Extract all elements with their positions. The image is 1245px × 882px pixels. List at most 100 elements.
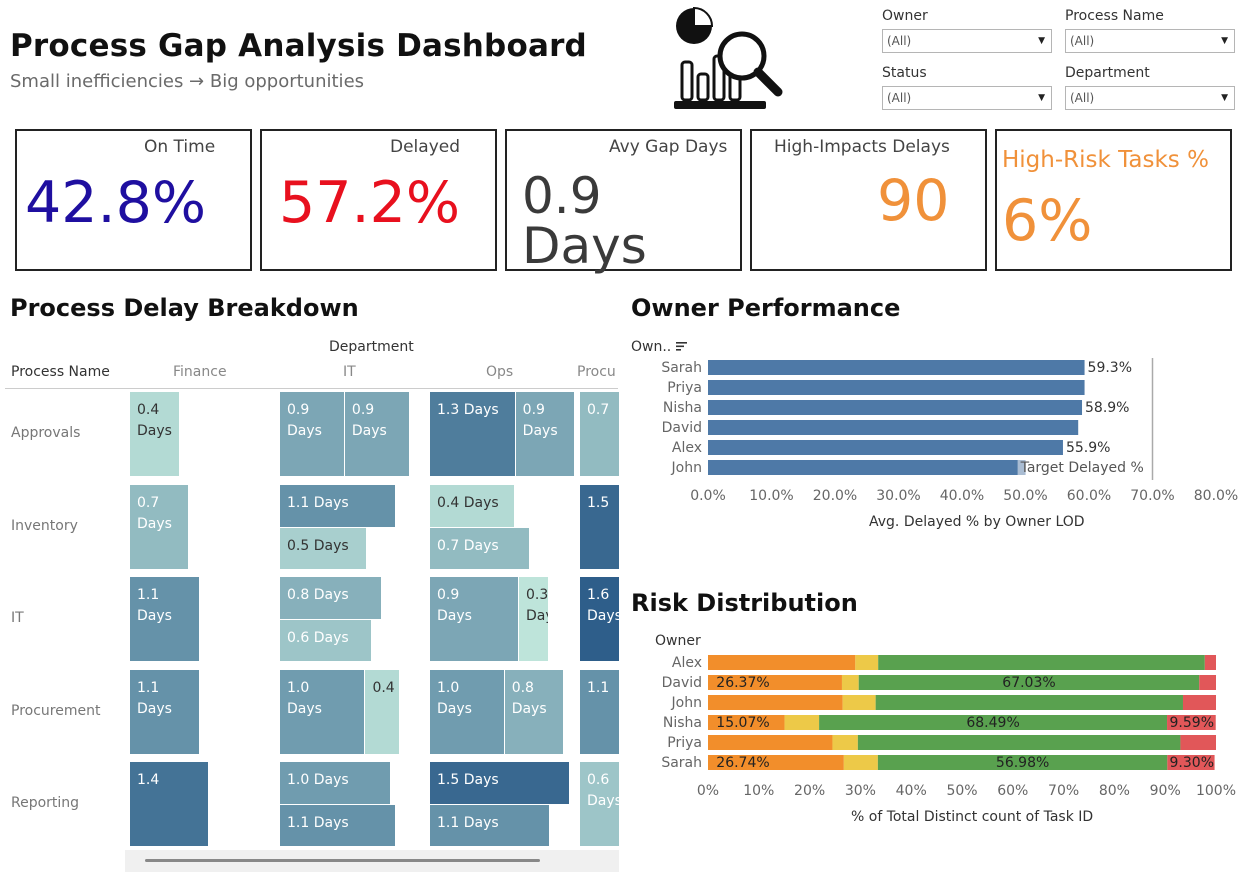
- heatmap-cell[interactable]: 0.5 Days: [280, 527, 367, 569]
- owner-bar[interactable]: [708, 380, 1085, 395]
- risk-data-label: 9.59%: [1170, 715, 1214, 731]
- heatmap-cell[interactable]: 1.1 Days: [130, 577, 200, 661]
- bar-data-label: 58.9%: [1085, 400, 1129, 416]
- risk-data-label: 9.30%: [1170, 755, 1214, 771]
- heatmap-cell[interactable]: 0.7: [580, 392, 619, 476]
- x-tick-label: 30%: [845, 783, 876, 799]
- risk-segment[interactable]: [855, 655, 879, 670]
- heatmap-cell[interactable]: 1.4: [130, 762, 209, 846]
- filter-label-department: Department: [1065, 65, 1150, 81]
- risk-segment[interactable]: [1199, 675, 1216, 690]
- heatmap-cell[interactable]: 0.8 Days: [280, 577, 381, 619]
- department-dropdown-value: (All): [1070, 91, 1095, 105]
- x-tick-label: 90%: [1150, 783, 1181, 799]
- risk-data-label: 26.37%: [716, 675, 769, 691]
- heatmap-cell[interactable]: 0.9 Days: [344, 392, 409, 476]
- kpi-label: Avy Gap Days: [609, 137, 728, 157]
- risk-segment[interactable]: [832, 735, 858, 750]
- risk-segment[interactable]: [875, 695, 1183, 710]
- owner-axis-title: Avg. Delayed % by Owner LOD: [869, 514, 1085, 530]
- heatmap-cell[interactable]: 1.6 Days: [580, 577, 619, 661]
- heatmap-cell[interactable]: 1.1 Days: [280, 804, 395, 846]
- horizontal-scrollbar[interactable]: [125, 850, 619, 872]
- kpi-value: 6%: [1002, 188, 1093, 254]
- filter-label-owner: Owner: [882, 8, 928, 24]
- department-dropdown[interactable]: (All) ▼: [1065, 86, 1235, 110]
- reference-line-label: Target Delayed %: [1020, 460, 1144, 476]
- process-name-dropdown[interactable]: (All) ▼: [1065, 29, 1235, 53]
- risk-segment[interactable]: [784, 715, 820, 730]
- heatmap-cell[interactable]: 0.9 Days: [280, 392, 344, 476]
- risk-segment[interactable]: [857, 735, 1181, 750]
- risk-segment[interactable]: [841, 675, 859, 690]
- heatmap-cell[interactable]: 1.1: [580, 670, 619, 754]
- scrollbar-thumb[interactable]: [145, 859, 540, 862]
- risk-axis-title: % of Total Distinct count of Task ID: [851, 809, 1094, 825]
- risk-category-label: Alex: [672, 655, 702, 671]
- owner-bar[interactable]: [708, 440, 1063, 455]
- owner-bar[interactable]: [708, 360, 1085, 375]
- heatmap-cell[interactable]: 0.4 Days: [130, 392, 179, 476]
- row-label-inventory: Inventory: [11, 518, 78, 534]
- risk-segment[interactable]: [878, 655, 1205, 670]
- filter-label-process-name: Process Name: [1065, 8, 1164, 24]
- kpi-high-risk-tasks: High-Risk Tasks % 6%: [995, 129, 1232, 271]
- risk-segment[interactable]: [843, 755, 878, 770]
- row-label-approvals: Approvals: [11, 425, 81, 441]
- risk-segment[interactable]: [1204, 655, 1216, 670]
- heatmap-cell[interactable]: 0.7 Days: [430, 527, 530, 569]
- heatmap-cell[interactable]: 1.0 Days: [280, 762, 391, 804]
- process-name-filter: Process Name (All) ▼: [1065, 8, 1235, 53]
- risk-category-label: Sarah: [661, 755, 702, 771]
- owner-dropdown[interactable]: (All) ▼: [882, 29, 1052, 53]
- heatmap-cell[interactable]: 1.1 Days: [280, 485, 395, 527]
- owner-bar[interactable]: [708, 400, 1083, 415]
- status-dropdown-value: (All): [887, 91, 912, 105]
- x-tick-label: 50.0%: [1003, 488, 1047, 504]
- bar-category-label: Nisha: [663, 400, 702, 416]
- kpi-label: High-Impacts Delays: [774, 137, 950, 157]
- x-tick-label: 40%: [896, 783, 927, 799]
- heatmap-cell[interactable]: 1.3 Days: [430, 392, 515, 476]
- bar-category-label: Sarah: [661, 360, 702, 376]
- owner-bar[interactable]: [708, 420, 1079, 435]
- risk-segment[interactable]: [1182, 695, 1216, 710]
- risk-segment[interactable]: [708, 735, 833, 750]
- kpi-value: 90: [877, 168, 950, 234]
- kpi-high-impact-delays: High-Impacts Delays 90: [750, 129, 987, 271]
- heatmap-cell[interactable]: 0.7 Days: [130, 485, 188, 569]
- x-tick-label: 10%: [743, 783, 774, 799]
- heatmap-cell[interactable]: 0.9 Days: [430, 577, 518, 661]
- risk-data-label: 26.74%: [716, 755, 769, 771]
- status-dropdown[interactable]: (All) ▼: [882, 86, 1052, 110]
- bar-category-label: David: [662, 420, 702, 436]
- x-tick-label: 60%: [997, 783, 1028, 799]
- risk-segment[interactable]: [708, 695, 843, 710]
- heatmap-cell[interactable]: 0.3 Days: [518, 577, 548, 661]
- risk-segment[interactable]: [842, 695, 876, 710]
- x-tick-label: 10.0%: [749, 488, 793, 504]
- heatmap-cell[interactable]: 0.4 Days: [430, 485, 515, 527]
- heatmap-cell[interactable]: 1.0 Days: [280, 670, 365, 754]
- process-delay-heatmap: Approvals Inventory IT Procurement Repor…: [0, 0, 619, 882]
- row-label-it: IT: [11, 610, 24, 626]
- heatmap-cell[interactable]: 1.5: [580, 485, 619, 569]
- heatmap-cell[interactable]: 0.8 Days: [504, 670, 564, 754]
- heatmap-cell[interactable]: 0.6 Days: [580, 762, 619, 846]
- heatmap-cell[interactable]: 1.1 Days: [430, 804, 550, 846]
- x-tick-label: 0%: [697, 783, 719, 799]
- row-label-reporting: Reporting: [11, 795, 80, 811]
- heatmap-cell[interactable]: 1.0 Days: [430, 670, 504, 754]
- heatmap-cell[interactable]: 1.5 Days: [430, 762, 570, 804]
- heatmap-cell[interactable]: 1.1 Days: [130, 670, 200, 754]
- owner-bar[interactable]: [708, 460, 1024, 475]
- chevron-down-icon: ▼: [1221, 36, 1228, 46]
- heatmap-cell[interactable]: 0.9 Days: [515, 392, 574, 476]
- heatmap-cell[interactable]: 0.4: [365, 670, 399, 754]
- bar-data-label: 55.9%: [1066, 440, 1110, 456]
- risk-segment[interactable]: [1180, 735, 1216, 750]
- risk-segment[interactable]: [708, 655, 856, 670]
- heatmap-cell[interactable]: 0.6 Days: [280, 619, 371, 661]
- department-filter: Department (All) ▼: [1065, 65, 1235, 110]
- filter-label-status: Status: [882, 65, 927, 81]
